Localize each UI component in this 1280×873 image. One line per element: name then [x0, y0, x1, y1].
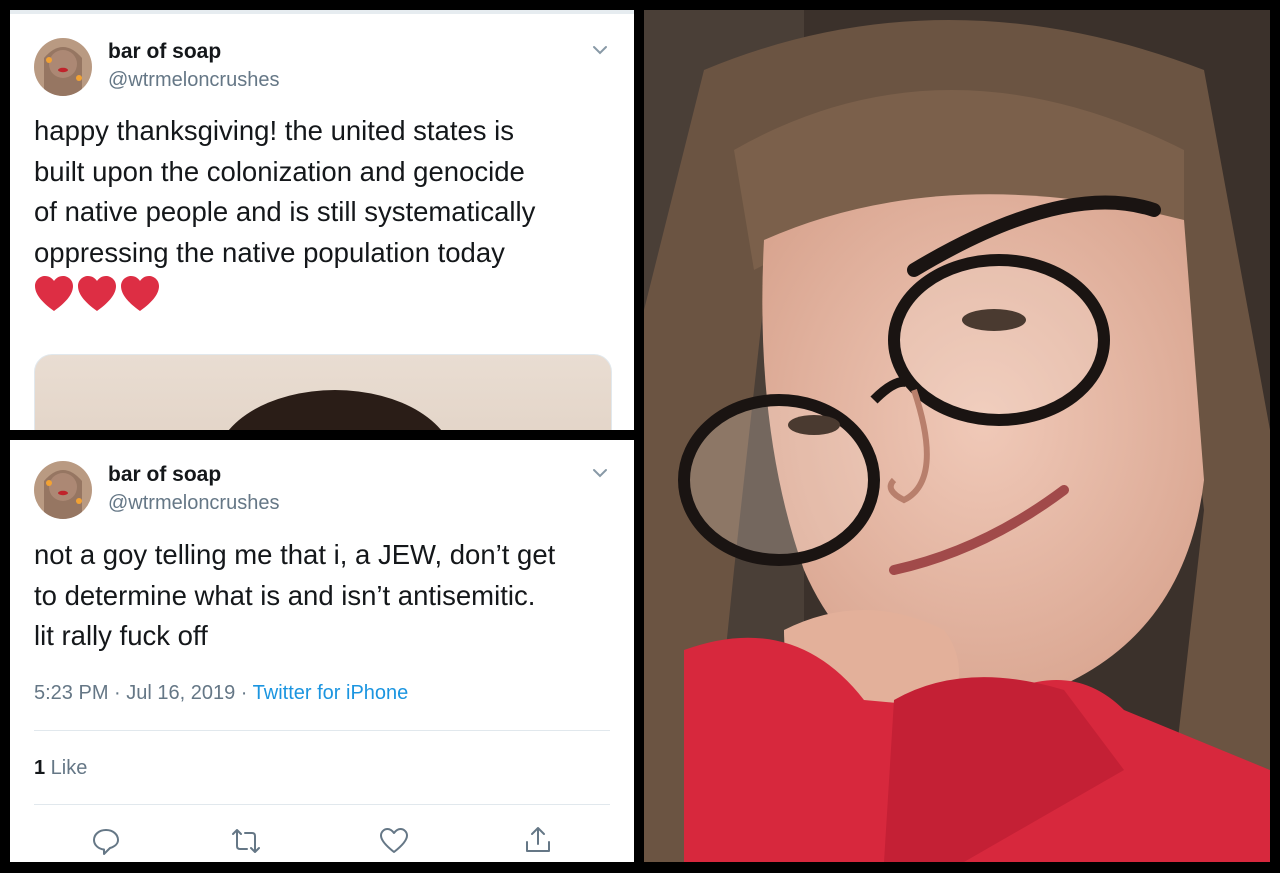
retweet-icon[interactable] [231, 826, 261, 856]
handle[interactable]: @wtrmeloncrushes [108, 492, 279, 515]
reply-icon[interactable] [91, 826, 121, 856]
avatar[interactable] [34, 461, 92, 519]
like-icon[interactable] [379, 826, 409, 856]
avatar[interactable] [34, 38, 92, 96]
chevron-down-icon[interactable] [590, 40, 610, 60]
display-name[interactable]: bar of soap [108, 463, 221, 487]
tweet-meta: 5:23 PM · Jul 16, 2019 · Twitter for iPh… [34, 682, 408, 705]
tweet-card-1: bar of soap @wtrmeloncrushes happy thank… [10, 10, 634, 430]
top-border [10, 10, 634, 14]
heart-emoji-icon [34, 275, 164, 320]
like-count-number: 1 [34, 757, 46, 779]
tweet-text: happy thanksgiving! the united states is… [34, 115, 536, 268]
like-count-label: Like [45, 757, 88, 779]
share-icon[interactable] [523, 825, 553, 855]
tweet-card-2: bar of soap @wtrmeloncrushes not a goy t… [10, 440, 634, 862]
tweet-media-preview[interactable] [34, 354, 612, 430]
divider [34, 804, 610, 805]
like-count[interactable]: 1 Like [34, 757, 87, 780]
tweet-source-link[interactable]: Twitter for iPhone [253, 682, 409, 704]
display-name[interactable]: bar of soap [108, 40, 221, 64]
selfie-photo [644, 10, 1270, 862]
tweet-text: not a goy telling me that i, a JEW, don’… [34, 539, 556, 651]
handle[interactable]: @wtrmeloncrushes [108, 69, 279, 92]
tweet-timestamp[interactable]: 5:23 PM · Jul 16, 2019 · [34, 682, 253, 704]
chevron-down-icon[interactable] [590, 463, 610, 483]
divider [34, 730, 610, 731]
